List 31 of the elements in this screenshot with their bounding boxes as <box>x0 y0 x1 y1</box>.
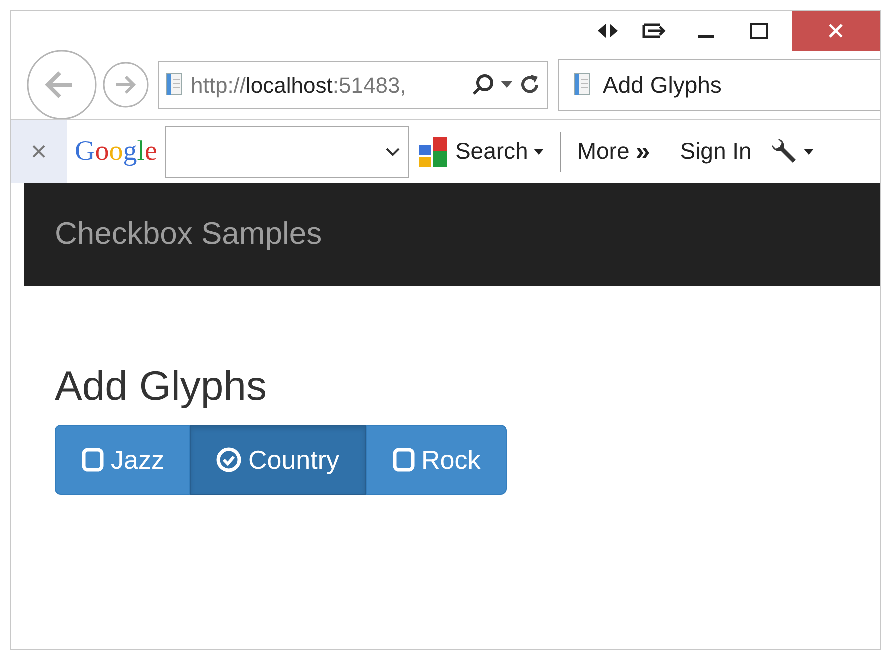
toggle-button[interactable]: Country <box>190 425 366 496</box>
toggle-button[interactable]: Jazz <box>55 425 190 496</box>
caret-icon[interactable] <box>501 81 513 89</box>
empty-square-icon <box>392 447 416 474</box>
minimize-icon[interactable] <box>698 35 714 39</box>
window-icon[interactable] <box>642 23 668 39</box>
address-bar[interactable]: http://localhost:51483, <box>158 61 548 109</box>
caret-icon[interactable] <box>804 148 814 154</box>
colored-squares-icon <box>417 134 450 168</box>
page-icon <box>165 73 185 97</box>
url-text: http://localhost:51483, <box>191 72 406 100</box>
google-logo: Google <box>75 134 158 168</box>
empty-square-icon <box>81 447 105 474</box>
maximize-icon[interactable] <box>750 23 768 39</box>
close-button[interactable] <box>792 11 880 51</box>
search-field[interactable] <box>165 126 410 178</box>
arrows-icon[interactable] <box>596 23 620 39</box>
close-icon <box>828 23 844 39</box>
navbar-brand[interactable]: Checkbox Samples <box>55 211 322 258</box>
page-icon <box>573 73 593 97</box>
browser-tab[interactable]: Add Glyphs <box>558 59 880 111</box>
toggle-button[interactable]: Rock <box>366 425 507 496</box>
page-heading: Add Glyphs <box>55 364 268 410</box>
more-button[interactable]: More » <box>577 132 650 171</box>
chevron-icon <box>386 146 400 156</box>
sign-in-button[interactable]: Sign In <box>680 134 752 169</box>
search-button[interactable]: Search <box>455 134 528 169</box>
search-icon[interactable] <box>471 73 495 97</box>
caret-icon[interactable] <box>534 148 544 154</box>
check-circle-icon <box>216 447 242 474</box>
close-toolbar-button[interactable]: × <box>11 120 67 183</box>
